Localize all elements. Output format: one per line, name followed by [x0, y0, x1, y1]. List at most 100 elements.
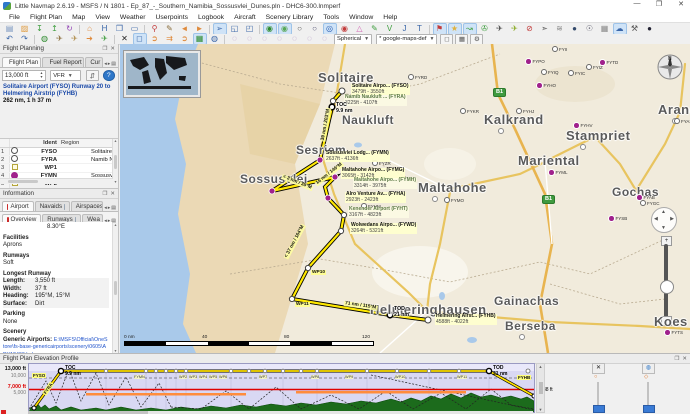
profile-warning-marker: [1, 410, 6, 414]
tab-current-performance[interactable]: Cur: [85, 57, 103, 67]
airport-marker-fyhj[interactable]: FYHJ: [516, 108, 534, 114]
altitude-spinner-icon[interactable]: ▲▼: [40, 72, 43, 79]
float-dock-icon[interactable]: ❐: [102, 191, 107, 197]
vzoom-handle[interactable]: [593, 405, 605, 413]
elevation-profile-plot[interactable]: FYSOFYRATOC9.9 nmTOD21 nmFYHBFYMNWP2WP3W…: [28, 363, 535, 413]
route-summary: 262 nm, 1 h 37 m: [0, 98, 118, 104]
airport-marker-fyiq[interactable]: FYIQ: [541, 69, 559, 75]
cruise-altitude-value: 13,000 ft: [5, 73, 28, 79]
airport-marker-fyho[interactable]: FYHO: [536, 82, 556, 89]
menu-aircraft[interactable]: Aircraft: [229, 14, 261, 21]
close-dock-icon[interactable]: ✕: [110, 46, 115, 52]
zoom-default-button[interactable]: ◻: [440, 34, 453, 45]
airport-label[interactable]: Wolwedans Airpo... (FYWD)3264ft - 5321ft: [350, 223, 417, 234]
tab-scroll-left-icon[interactable]: ◂: [104, 205, 107, 211]
tab-menu-icon[interactable]: ▤: [111, 205, 116, 211]
cruise-altitude-input[interactable]: 13,000 ft ▲▼: [2, 70, 46, 81]
airport-marker-fyii[interactable]: FYII: [552, 46, 567, 52]
airport-label[interactable]: Helmering Airst... (FYHB)4588ft - 4022ft: [435, 314, 497, 325]
map-zoom-slider[interactable]: + −: [660, 236, 672, 326]
elevation-profile-dock: Flight Plan Elevation Profile ❐✕ 13,000 …: [0, 353, 690, 414]
tab-scroll-right-icon[interactable]: ▸: [108, 61, 111, 67]
tab-airspaces-label: Airspaces: [76, 203, 103, 210]
menu-help[interactable]: Help: [378, 14, 402, 21]
map-theme-select[interactable]: * google-maps-def▼: [376, 34, 437, 45]
town-dot: [580, 144, 586, 150]
tab-airport[interactable]: Airport: [2, 201, 34, 211]
town-dot: [498, 128, 504, 134]
float-dock-icon[interactable]: ❐: [674, 356, 679, 362]
airport-label[interactable]: Kenender Airport (FYHT)3167ft - 4823ft: [348, 207, 409, 218]
world-overview-inset[interactable]: [124, 51, 200, 97]
menu-view[interactable]: View: [90, 14, 115, 21]
pan-down-icon[interactable]: ▼: [661, 225, 666, 231]
legend-button[interactable]: ▦: [455, 34, 468, 45]
airport-marker-fymo[interactable]: FYMO: [444, 197, 464, 203]
pan-left-icon[interactable]: ◀: [654, 216, 658, 222]
route-title[interactable]: Solitaire Airport (FYSO) Runway 20 to He…: [0, 83, 118, 98]
airport-marker-fygc[interactable]: FYGC: [640, 200, 660, 206]
heading-value: 195°M, 15°M: [35, 293, 109, 301]
menu-tools[interactable]: Tools: [318, 14, 344, 21]
airport-marker-fyas[interactable]: FYAS: [674, 118, 690, 124]
tab-flight-plan[interactable]: Flight Plan: [2, 57, 41, 67]
col-ident[interactable]: Ident: [19, 140, 60, 146]
pan-up-icon[interactable]: ▲: [661, 209, 666, 215]
menu-flight-plan[interactable]: Flight Plan: [25, 14, 67, 21]
close-dock-icon[interactable]: ✕: [110, 191, 115, 197]
tab-navaids-label: Navaids: [40, 203, 62, 210]
airport-marker-fyhv[interactable]: FYHV: [573, 122, 593, 129]
airport-marker-fyml[interactable]: FYML: [548, 169, 568, 176]
float-dock-icon[interactable]: ❐: [102, 46, 107, 52]
menu-weather[interactable]: Weather: [115, 14, 151, 21]
airport-marker-fytd[interactable]: FYTD: [599, 59, 618, 66]
hzoom-handle[interactable]: [643, 405, 655, 413]
globe-icon[interactable]: ◍: [642, 363, 655, 374]
airport-label[interactable]: Sossusvlei Lodg... (FYMN)2637ft - 4136ft: [325, 151, 390, 162]
tab-scroll-left-icon[interactable]: ◂: [104, 61, 107, 67]
tab-fuel-report[interactable]: Fuel Report: [42, 57, 84, 67]
flight-rules-select[interactable]: VFR ▼: [50, 70, 81, 81]
airport-marker-fyrd[interactable]: FYRD: [408, 74, 427, 80]
menu-userpoints[interactable]: Userpoints: [151, 14, 194, 21]
tab-scroll-right-icon[interactable]: ▸: [108, 205, 111, 211]
heading-label: Heading:: [3, 293, 35, 301]
zoom-handle[interactable]: [660, 280, 674, 294]
tab-navaids[interactable]: Navaids: [35, 201, 70, 211]
waypoint-label-wp11[interactable]: WP11: [295, 302, 310, 307]
projection-select[interactable]: Spherical▼: [334, 34, 372, 45]
airport-label[interactable]: Alro Venture Av... (FYHA)2923ft - 2423ft: [345, 192, 406, 203]
menu-file[interactable]: File: [4, 14, 25, 21]
airport-label[interactable]: Maltahohe Airpo... (FYMH)3314ft - 3975ft: [353, 178, 417, 189]
maximize-button[interactable]: ❐: [652, 0, 666, 8]
menu-map[interactable]: Map: [67, 14, 90, 21]
menu-window[interactable]: Window: [344, 14, 378, 21]
airport-marker-fykr[interactable]: FYKR: [460, 108, 479, 114]
map-settings-button[interactable]: ⚙: [470, 34, 483, 45]
flight-plan-hscrollbar[interactable]: [0, 178, 113, 184]
information-vscrollbar[interactable]: ▲▼: [112, 223, 118, 353]
airport-label[interactable]: Namib Naukluft ... (FYRA)3225ft - 4107ft: [344, 95, 407, 106]
pan-right-icon[interactable]: ▶: [670, 216, 674, 222]
menu-scenery-library[interactable]: Scenery Library: [261, 14, 319, 21]
map-pan-control[interactable]: ▲ ▼ ◀ ▶: [651, 207, 677, 233]
col-region[interactable]: Region: [60, 140, 91, 146]
airport-marker-fyic[interactable]: FYIC: [568, 70, 585, 76]
tab-airspaces[interactable]: Airspaces: [71, 201, 103, 211]
help-button[interactable]: ?: [103, 70, 116, 81]
airport-marker-fypo[interactable]: FYPO: [525, 58, 545, 65]
close-dock-icon[interactable]: ✕: [682, 356, 687, 362]
profile-vscrollbar[interactable]: ▲▼: [536, 363, 545, 413]
airport-marker-fysb[interactable]: FYSB: [608, 215, 627, 222]
toc-label: TOC9.9 nm: [336, 103, 352, 114]
tab-menu-icon[interactable]: ▤: [111, 61, 116, 67]
adjust-altitude-button[interactable]: ⇵: [86, 70, 99, 81]
expand-icon[interactable]: ✕: [592, 363, 605, 374]
menu-logbook[interactable]: Logbook: [193, 14, 229, 21]
close-button[interactable]: ✕: [674, 0, 688, 8]
flight-plan-table[interactable]: Ident Region 1FYSOSolitaire2FYRANamib N3…: [0, 138, 118, 184]
map-canvas[interactable]: N ▲ ▼ ◀ ▶ + − 0 nm 40 80 120 SolitaireN: [120, 44, 690, 353]
waypoint-label-wp10[interactable]: WP10: [311, 270, 326, 275]
minimize-button[interactable]: —: [630, 0, 644, 8]
airport-marker-fyts[interactable]: FYTS: [664, 329, 683, 336]
